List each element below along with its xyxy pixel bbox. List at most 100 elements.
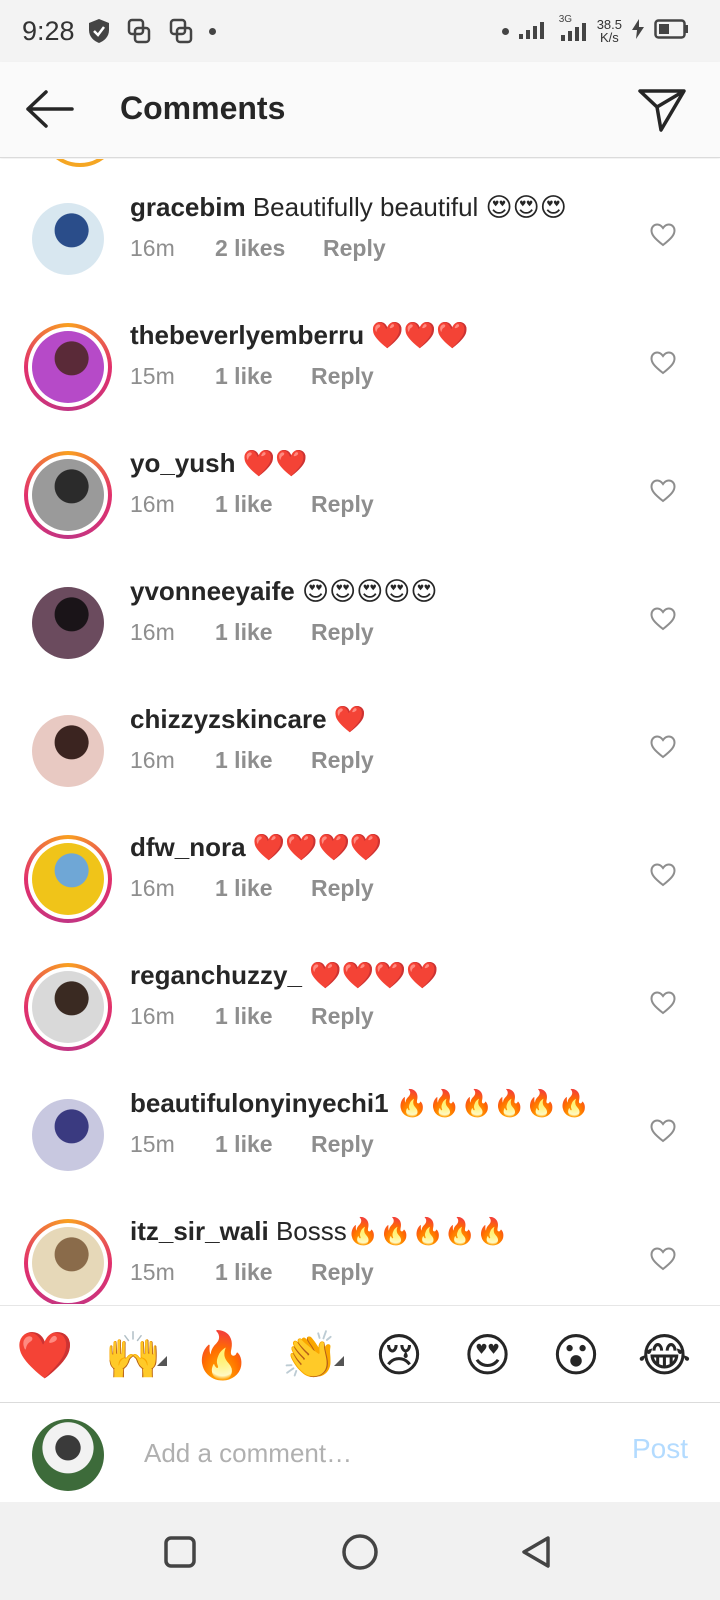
comment-line: thebeverlyemberru ❤️❤️❤️ [130,317,630,353]
share-button[interactable] [634,84,690,136]
comment-username[interactable]: reganchuzzy_ [130,960,302,990]
avatar[interactable] [24,323,112,411]
laughing-emoji-button[interactable]: 😂 [636,1326,694,1384]
like-comment-button[interactable] [648,989,678,1017]
comment-username[interactable]: dfw_nora [130,832,246,862]
like-comment-button[interactable] [648,477,678,505]
comment-text: 🔥🔥🔥🔥🔥🔥 [395,1088,591,1118]
reply-button[interactable]: Reply [323,235,386,262]
reply-button[interactable]: Reply [311,1259,374,1286]
heart-outline-icon [650,863,676,887]
clap-emoji-button[interactable]: 👏 [282,1326,340,1384]
like-comment-button[interactable] [648,349,678,377]
app-notification-icon [167,17,195,45]
avatar[interactable] [24,1091,112,1179]
comment-timestamp: 15m [130,1131,175,1157]
comment-timestamp: 15m [130,1259,175,1285]
comment-line: reganchuzzy_ ❤️❤️❤️❤️ [130,957,630,993]
comment-body: chizzyzskincare ❤️ 16m 1 like Reply [130,701,630,774]
comment-meta: 15m 1 like Reply [130,1131,630,1158]
back-nav-button[interactable] [514,1530,558,1574]
comment-username[interactable]: yo_yush [130,448,236,478]
skin-tone-indicator-icon [156,1356,167,1366]
comment-list[interactable]: gracebim Beautifully beautiful 😍😍😍 16m 2 l… [0,159,720,1304]
comment-likes-link[interactable]: 1 like [215,747,311,774]
reply-button[interactable]: Reply [311,1003,374,1030]
reply-button[interactable]: Reply [311,747,374,774]
avatar[interactable] [24,451,112,539]
reply-button[interactable]: Reply [311,1131,374,1158]
heart-outline-icon [650,223,676,247]
comment-likes-link[interactable]: 1 like [215,1003,311,1030]
status-time: 9:28 [22,15,75,46]
my-avatar [32,1419,104,1491]
comment-username[interactable]: gracebim [130,192,246,222]
comment-text: ❤️ [333,704,367,734]
avatar-image [32,971,104,1043]
like-comment-button[interactable] [648,605,678,633]
comment-text: ❤️❤️❤️❤️ [309,960,439,990]
like-comment-button[interactable] [648,1245,678,1273]
skin-tone-indicator-icon [333,1356,344,1366]
avatar[interactable] [24,1219,112,1304]
comment-likes-link[interactable]: 1 like [215,491,311,518]
notification-dot-icon [501,27,509,35]
like-comment-button[interactable] [648,221,678,249]
comment-likes-link[interactable]: 1 like [215,1131,311,1158]
comment-input[interactable] [144,1433,574,1473]
comment-timestamp: 16m [130,875,175,901]
comment-meta: 16m 1 like Reply [130,619,630,646]
network-type-label: 3G [558,14,573,25]
raised-hands-emoji-button[interactable]: 🙌 [105,1326,163,1384]
comment-likes-link[interactable]: 1 like [215,1259,311,1286]
like-comment-button[interactable] [648,861,678,889]
recents-button[interactable] [158,1530,202,1574]
fire-emoji-button[interactable]: 🔥 [193,1326,251,1384]
shield-icon [87,18,111,44]
comment-username[interactable]: itz_sir_wali [130,1216,269,1246]
comment-timestamp: 16m [130,619,175,645]
like-comment-button[interactable] [648,733,678,761]
comment-text: 😍😍😍😍😍 [301,576,438,606]
post-button[interactable]: Post [632,1433,688,1465]
comment-likes-link[interactable]: 1 like [215,619,311,646]
heart-outline-icon [650,607,676,631]
avatar[interactable] [24,963,112,1051]
avatar[interactable] [24,195,112,283]
comment-timestamp: 16m [130,491,175,517]
page-title: Comments [120,90,286,126]
surprised-emoji-button[interactable]: 😮 [547,1326,605,1384]
reply-button[interactable]: Reply [311,491,374,518]
system-nav-bar [0,1502,720,1600]
comment-username[interactable]: yvonneeyaife [130,576,295,606]
net-speed: 38.5 K/s [597,18,622,44]
comment-line: beautifulonyinyechi1 🔥🔥🔥🔥🔥🔥 [130,1085,630,1121]
comment-likes-link[interactable]: 1 like [215,875,311,902]
header: Comments [0,62,720,158]
comment-body: dfw_nora ❤️❤️❤️❤️ 16m 1 like Reply [130,829,630,902]
reply-button[interactable]: Reply [311,363,374,390]
reply-button[interactable]: Reply [311,619,374,646]
like-comment-button[interactable] [648,1117,678,1145]
heart-emoji-button[interactable]: ❤️ [16,1326,74,1384]
heart-eyes-emoji-button[interactable]: 😍 [459,1326,517,1384]
comment-username[interactable]: chizzyzskincare [130,704,327,734]
cry-emoji-button[interactable]: 😢 [370,1326,428,1384]
comment-likes-link[interactable]: 2 likes [215,235,323,262]
comment-meta: 16m 1 like Reply [130,875,630,902]
avatar[interactable] [24,707,112,795]
status-bar: 9:28 3G 38.5 K/s [0,0,720,62]
heart-outline-icon [650,1119,676,1143]
avatar[interactable] [24,579,112,667]
back-button[interactable] [22,84,76,134]
comment-row: yvonneeyaife 😍😍😍😍😍 16m 1 like Reply [0,563,720,691]
comment-username[interactable]: beautifulonyinyechi1 [130,1088,389,1118]
comment-line: yvonneeyaife 😍😍😍😍😍 [130,573,630,609]
avatar[interactable] [24,835,112,923]
reply-button[interactable]: Reply [311,875,374,902]
home-button[interactable] [338,1530,382,1574]
comment-line: yo_yush ❤️❤️ [130,445,630,481]
comment-likes-link[interactable]: 1 like [215,363,311,390]
comment-username[interactable]: thebeverlyemberru [130,320,364,350]
reaction-bar: ❤️ 🙌 🔥 👏 😢 😍 😮 😂 [0,1305,720,1401]
